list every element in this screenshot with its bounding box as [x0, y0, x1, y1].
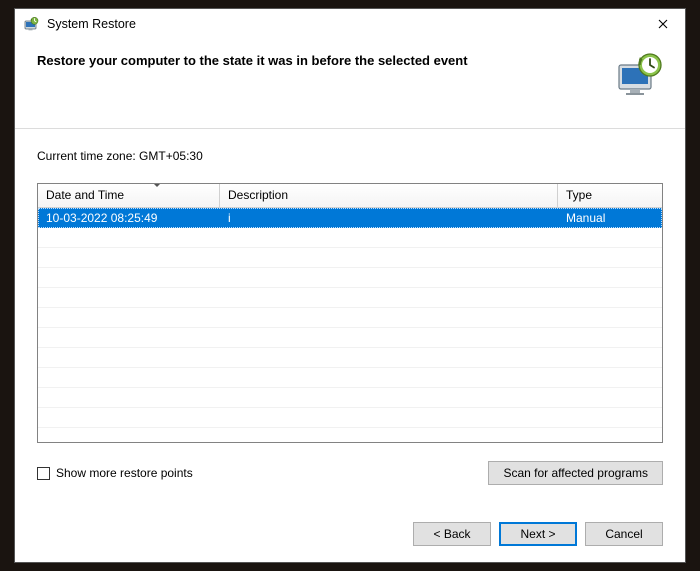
- restore-points-table: Date and Time Description Type 10-03-202…: [37, 183, 663, 443]
- col-type[interactable]: Type: [558, 184, 662, 207]
- wizard-header: Restore your computer to the state it wa…: [15, 39, 685, 129]
- col-description[interactable]: Description: [220, 184, 558, 207]
- next-button[interactable]: Next >: [499, 522, 577, 546]
- system-restore-window: System Restore Restore your computer to …: [14, 8, 686, 563]
- timezone-label: Current time zone: GMT+05:30: [37, 149, 663, 163]
- table-row-empty: [38, 388, 662, 408]
- table-row-empty: [38, 268, 662, 288]
- restore-hero-icon: [615, 51, 663, 99]
- show-more-checkbox[interactable]: Show more restore points: [37, 466, 193, 480]
- timezone-prefix: Current time zone:: [37, 149, 139, 163]
- back-button[interactable]: < Back: [413, 522, 491, 546]
- timezone-value: GMT+05:30: [139, 149, 203, 163]
- titlebar: System Restore: [15, 9, 685, 39]
- system-restore-icon: [23, 16, 39, 32]
- page-heading: Restore your computer to the state it wa…: [37, 51, 595, 68]
- wizard-body: Current time zone: GMT+05:30 Date and Ti…: [15, 129, 685, 508]
- table-row-empty: [38, 288, 662, 308]
- cell-date: 10-03-2022 08:25:49: [38, 211, 220, 225]
- scan-affected-button[interactable]: Scan for affected programs: [488, 461, 663, 485]
- table-row-empty: [38, 228, 662, 248]
- wizard-footer: < Back Next > Cancel: [15, 508, 685, 562]
- table-row-empty: [38, 308, 662, 328]
- table-row-empty: [38, 328, 662, 348]
- close-button[interactable]: [640, 9, 685, 39]
- table-header: Date and Time Description Type: [38, 184, 662, 208]
- window-title: System Restore: [47, 17, 640, 31]
- show-more-label: Show more restore points: [56, 466, 193, 480]
- table-row-empty: [38, 248, 662, 268]
- table-row-empty: [38, 348, 662, 368]
- cell-desc: i: [220, 211, 558, 225]
- sort-desc-icon: [153, 183, 161, 187]
- cell-type: Manual: [558, 211, 662, 225]
- col-date-and-time[interactable]: Date and Time: [38, 184, 220, 207]
- table-row[interactable]: 10-03-2022 08:25:49 i Manual: [38, 208, 662, 228]
- table-row-empty: [38, 408, 662, 428]
- table-body[interactable]: 10-03-2022 08:25:49 i Manual: [38, 208, 662, 442]
- cancel-button[interactable]: Cancel: [585, 522, 663, 546]
- below-grid-row: Show more restore points Scan for affect…: [37, 461, 663, 485]
- col-label: Date and Time: [46, 188, 124, 202]
- table-row-empty: [38, 368, 662, 388]
- checkbox-box-icon: [37, 467, 50, 480]
